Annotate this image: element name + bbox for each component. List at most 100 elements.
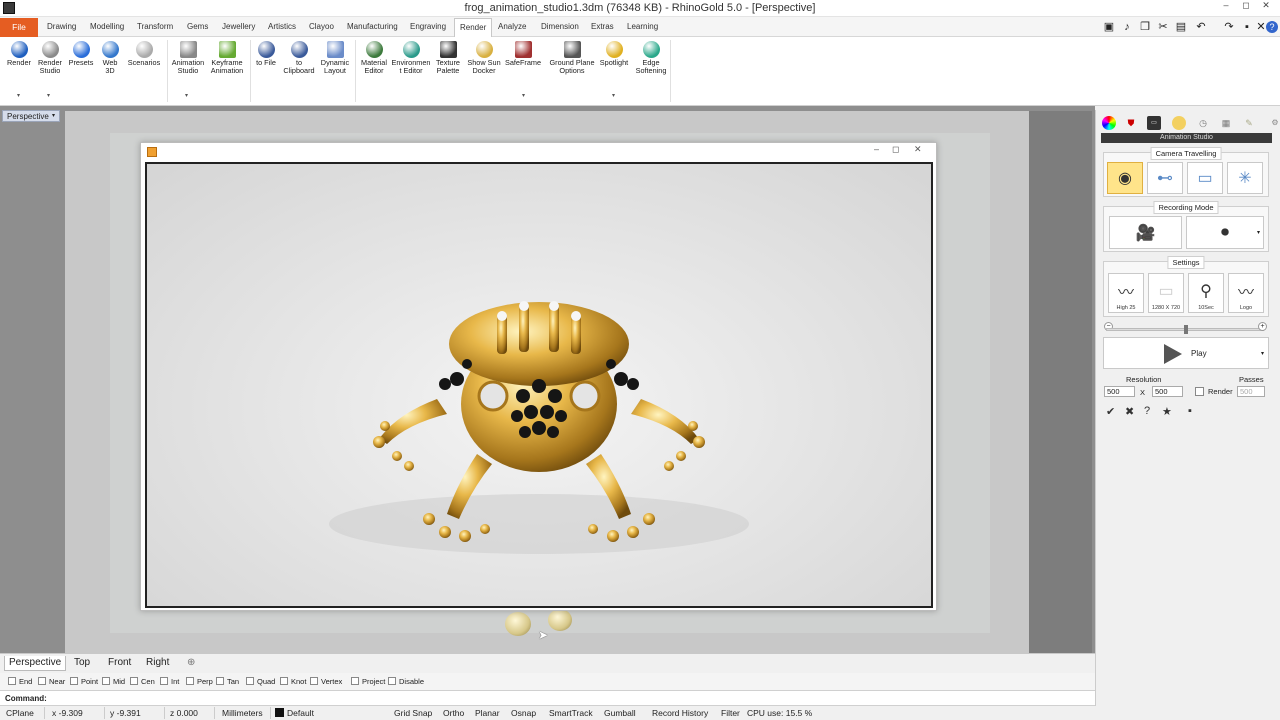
check-icon[interactable]: ✔ bbox=[1106, 405, 1115, 418]
tab-right[interactable]: Right bbox=[142, 656, 173, 671]
osnap-checkbox[interactable] bbox=[38, 677, 46, 685]
osnap-vertex[interactable]: Vertex bbox=[310, 677, 342, 686]
color-wheel-icon[interactable] bbox=[1102, 116, 1116, 130]
tab-drawing[interactable]: Drawing bbox=[47, 22, 76, 31]
ribbon-button-scenarios[interactable]: Scenarios bbox=[126, 41, 162, 67]
scissors-icon[interactable]: ✂ bbox=[1156, 20, 1170, 34]
paste-icon[interactable]: ▤ bbox=[1174, 20, 1188, 34]
tab-learning[interactable]: Learning bbox=[627, 22, 658, 31]
tab-jewellery[interactable]: Jewellery bbox=[222, 22, 255, 31]
tab-analyze[interactable]: Analyze bbox=[498, 22, 526, 31]
layer-indicator[interactable]: Default bbox=[275, 708, 314, 718]
tab-perspective[interactable]: Perspective bbox=[4, 656, 67, 671]
tab-gems[interactable]: Gems bbox=[187, 22, 208, 31]
tab-top[interactable]: Top bbox=[70, 656, 94, 671]
chevron-down-icon[interactable]: ▾ bbox=[1261, 350, 1264, 357]
save-icon[interactable]: ▪ bbox=[1240, 20, 1254, 34]
tab-clayoo[interactable]: Clayoo bbox=[309, 22, 334, 31]
toggle-gumball[interactable]: Gumball bbox=[604, 708, 636, 718]
ribbon-button-to-file[interactable]: to File bbox=[254, 41, 278, 67]
render-window[interactable]: – ◻ ✕ bbox=[140, 142, 937, 611]
display-icon[interactable]: ▭ bbox=[1147, 116, 1161, 130]
timeline-slider-handle[interactable] bbox=[1184, 325, 1188, 334]
quality-button[interactable]: 〰 High 25 bbox=[1108, 273, 1144, 313]
ribbon-button-dynamic-layout[interactable]: Dynamic Layout bbox=[318, 41, 352, 75]
maximize-button[interactable]: ◻ bbox=[1238, 0, 1254, 11]
osnap-project[interactable]: Project bbox=[351, 677, 385, 686]
tab-dimension[interactable]: Dimension bbox=[541, 22, 579, 31]
resolution-width-input[interactable]: 500 bbox=[1104, 386, 1135, 397]
osnap-checkbox[interactable] bbox=[70, 677, 78, 685]
osnap-checkbox[interactable] bbox=[351, 677, 359, 685]
render-minimize-button[interactable]: – bbox=[874, 144, 879, 154]
ribbon-button-web3d[interactable]: Web 3D bbox=[99, 41, 121, 75]
close-icon[interactable]: ✖ bbox=[1125, 405, 1134, 418]
osnap-knot[interactable]: Knot bbox=[280, 677, 306, 686]
osnap-mid[interactable]: Mid bbox=[102, 677, 125, 686]
render-close-button[interactable]: ✕ bbox=[914, 144, 922, 155]
calendar-icon[interactable]: ▦ bbox=[1219, 116, 1233, 130]
passes-input[interactable]: 500 bbox=[1237, 386, 1265, 397]
ribbon-button-animation-studio[interactable]: Animation Studio bbox=[171, 41, 205, 75]
slider-plus-button[interactable]: + bbox=[1258, 322, 1267, 331]
osnap-checkbox[interactable] bbox=[280, 677, 288, 685]
add-viewport-tab-button[interactable]: ⊕ bbox=[183, 656, 199, 671]
cplane-label[interactable]: CPlane bbox=[6, 708, 34, 718]
ribbon-button-environment-editor[interactable]: Environmen t Editor bbox=[391, 41, 431, 75]
render-maximize-button[interactable]: ◻ bbox=[892, 144, 899, 155]
ribbon-dropdown-arrow[interactable]: ▾ bbox=[522, 92, 525, 99]
help-icon[interactable]: ? bbox=[1266, 21, 1278, 33]
osnap-checkbox[interactable] bbox=[130, 677, 138, 685]
toggle-ortho[interactable]: Ortho bbox=[443, 708, 464, 718]
help-icon[interactable]: ? bbox=[1144, 405, 1150, 417]
ribbon-button-keyframe[interactable]: Keyframe Animation bbox=[209, 41, 245, 75]
film-camera-button[interactable]: ⏺ ▾ bbox=[1186, 216, 1264, 249]
osnap-checkbox[interactable] bbox=[216, 677, 224, 685]
shield-icon[interactable]: ⛊ bbox=[1124, 116, 1138, 130]
ribbon-dropdown-arrow[interactable]: ▾ bbox=[17, 92, 20, 99]
osnap-cen[interactable]: Cen bbox=[130, 677, 155, 686]
ribbon-dropdown-arrow[interactable]: ▾ bbox=[47, 92, 50, 99]
ribbon-button-safeframe[interactable]: SafeFrame bbox=[504, 41, 542, 67]
tab-render[interactable]: Render bbox=[454, 18, 493, 37]
camera-orbit-button[interactable]: ◉ bbox=[1107, 162, 1143, 194]
toggle-grid-snap[interactable]: Grid Snap bbox=[394, 708, 432, 718]
ribbon-dropdown-arrow[interactable]: ▾ bbox=[185, 92, 188, 99]
edit-icon[interactable]: ✎ bbox=[1242, 116, 1256, 130]
ribbon-button-to-clipboard[interactable]: to Clipboard bbox=[283, 41, 315, 75]
tab-engraving[interactable]: Engraving bbox=[410, 22, 446, 31]
viewport-title-tab[interactable]: Perspective ▾ bbox=[2, 110, 60, 122]
camera-explode-button[interactable]: ✳ bbox=[1227, 162, 1263, 194]
redo-icon[interactable]: ↷ bbox=[1222, 20, 1236, 34]
toggle-filter[interactable]: Filter bbox=[721, 708, 740, 718]
ribbon-button-spotlight[interactable]: Spotlight bbox=[598, 41, 630, 67]
resolution-height-input[interactable]: 500 bbox=[1152, 386, 1183, 397]
logo-button[interactable]: 〰 Logo bbox=[1228, 273, 1264, 313]
ribbon-button-ground-plane[interactable]: Ground Plane Options bbox=[546, 41, 598, 75]
gear-icon[interactable]: ⚙ bbox=[1268, 116, 1280, 130]
osnap-disable[interactable]: Disable bbox=[388, 677, 424, 686]
ribbon-dropdown-arrow[interactable]: ▾ bbox=[612, 92, 615, 99]
osnap-quad[interactable]: Quad bbox=[246, 677, 275, 686]
chevron-down-icon[interactable]: ▾ bbox=[1257, 229, 1260, 236]
tab-artistics[interactable]: Artistics bbox=[268, 22, 296, 31]
save-icon[interactable]: ▪ bbox=[1188, 405, 1192, 417]
undo-icon[interactable]: ↶ bbox=[1194, 20, 1208, 34]
clock-icon[interactable]: ◷ bbox=[1196, 116, 1210, 130]
tab-transform[interactable]: Transform bbox=[137, 22, 173, 31]
tab-front[interactable]: Front bbox=[104, 656, 135, 671]
tab-manufacturing[interactable]: Manufacturing bbox=[347, 22, 398, 31]
osnap-checkbox[interactable] bbox=[102, 677, 110, 685]
units-label[interactable]: Millimeters bbox=[222, 708, 263, 718]
osnap-checkbox[interactable] bbox=[310, 677, 318, 685]
close-window-button[interactable]: ✕ bbox=[1258, 0, 1274, 11]
copy-icon[interactable]: ❐ bbox=[1138, 20, 1152, 34]
ribbon-button-render-studio[interactable]: Render Studio bbox=[36, 41, 64, 75]
ribbon-button-material-editor[interactable]: Material Editor bbox=[358, 41, 390, 75]
osnap-checkbox[interactable] bbox=[160, 677, 168, 685]
tab-extras[interactable]: Extras bbox=[591, 22, 614, 31]
osnap-perp[interactable]: Perp bbox=[186, 677, 213, 686]
ribbon-button-texture-palette[interactable]: Texture Palette bbox=[433, 41, 463, 75]
chevron-down-icon[interactable]: ▾ bbox=[52, 111, 55, 122]
osnap-checkbox[interactable] bbox=[186, 677, 194, 685]
